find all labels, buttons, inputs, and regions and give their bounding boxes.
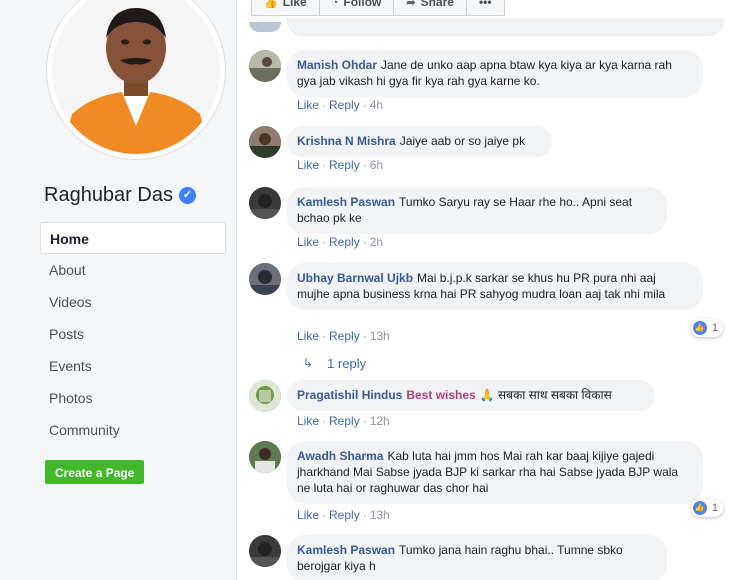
avatar[interactable] bbox=[249, 263, 281, 295]
comment-author[interactable]: Kamlesh Paswan bbox=[297, 543, 395, 557]
follow-button-label: Follow bbox=[343, 0, 382, 9]
comment-meta: Like · Reply · 13h bbox=[297, 508, 390, 522]
like-reaction-icon: 👍 bbox=[692, 501, 707, 515]
comment-reply-link[interactable]: Reply bbox=[329, 158, 360, 172]
rss-icon: ◔ bbox=[331, 0, 339, 9]
comment-reply-link[interactable]: Reply bbox=[329, 98, 360, 112]
comment-like-link[interactable]: Like bbox=[297, 414, 319, 428]
comment-author[interactable]: Awadh Sharma bbox=[297, 449, 383, 463]
comment-like-link[interactable]: Like bbox=[297, 235, 319, 249]
nav-home[interactable]: Home bbox=[40, 222, 226, 254]
comment-meta: Like · Reply · 13h bbox=[297, 329, 390, 343]
comment-time[interactable]: 13h bbox=[370, 329, 390, 343]
more-dots-icon: ••• bbox=[478, 0, 492, 9]
page-name-text[interactable]: Raghubar Das bbox=[44, 184, 173, 207]
comment-meta: Like · Reply · 2h bbox=[297, 235, 384, 249]
comment-bubble: Pragatishil Hindus Best wishes 🙏 सबका साथ … bbox=[287, 380, 655, 411]
nav-events[interactable]: Events bbox=[40, 350, 226, 382]
page-nav: Home About Videos Posts Events Photos Co… bbox=[40, 222, 226, 446]
page-sidebar: Raghubar Das ✓ Home About Videos Posts E… bbox=[0, 0, 236, 580]
comment-author[interactable]: Krishna N Mishra bbox=[297, 134, 396, 148]
comment-bubble: Krishna N Mishra Jaiye aab or so jaiye pk bbox=[287, 126, 552, 157]
nav-posts[interactable]: Posts bbox=[40, 318, 226, 350]
comment-bubble: Kamlesh Paswan Tumko jana hain raghu bhai… bbox=[287, 535, 667, 580]
comment-author[interactable]: Pragatishil Hindus bbox=[297, 388, 402, 402]
comment-reply-link[interactable]: Reply bbox=[329, 414, 360, 428]
comment-text: 🙏 सबका साथ सबका विकास bbox=[479, 388, 612, 402]
comment-reply-link[interactable]: Reply bbox=[329, 235, 360, 249]
view-replies-link[interactable]: ↳ 1 reply bbox=[303, 356, 366, 371]
comment-meta: Like · Reply · 12h bbox=[297, 414, 390, 428]
thumbs-up-icon: 👍 bbox=[264, 0, 278, 9]
avatar-partial bbox=[249, 22, 281, 32]
avatar[interactable] bbox=[249, 380, 281, 412]
comment-like-link[interactable]: Like bbox=[297, 329, 319, 343]
profile-picture[interactable] bbox=[46, 0, 226, 160]
comment-bubble: Ubhay Barnwal Ujkb Mai b.j.p.k sarkar se … bbox=[287, 263, 703, 310]
comment-bubble: Awadh Sharma Kab luta hai jmm hos Mai rah… bbox=[287, 441, 703, 504]
view-replies-label: 1 reply bbox=[327, 356, 367, 371]
create-page-button[interactable]: Create a Page bbox=[45, 460, 145, 484]
nav-videos[interactable]: Videos bbox=[40, 286, 226, 318]
nav-photos[interactable]: Photos bbox=[40, 382, 226, 414]
comment-author[interactable]: Kamlesh Paswan bbox=[297, 195, 395, 209]
comment-bubble-partial bbox=[287, 18, 724, 36]
comment-meta: Like · Reply · 6h bbox=[297, 158, 384, 172]
reaction-count-value: 1 bbox=[711, 322, 718, 334]
comment-text: Jaiye aab or so jaiye pk bbox=[399, 134, 526, 148]
comment-time[interactable]: 13h bbox=[370, 508, 390, 522]
comment-reply-link[interactable]: Reply bbox=[329, 508, 360, 522]
post-action-bar: 👍 Like ◔ Follow ➦ Share ••• bbox=[251, 0, 505, 16]
share-arrow-icon: ➦ bbox=[406, 0, 416, 9]
like-button[interactable]: 👍 Like bbox=[252, 0, 320, 15]
comment-time[interactable]: 4h bbox=[370, 98, 383, 112]
comment-bubble: Kamlesh Paswan Tumko Saryu ray se Haar rh… bbox=[287, 187, 667, 234]
reaction-count-value: 1 bbox=[711, 502, 718, 514]
like-reaction-icon: 👍 bbox=[692, 321, 707, 335]
share-button-label: Share bbox=[420, 0, 454, 9]
comment-author[interactable]: Manish Ohdar bbox=[297, 58, 377, 72]
comment-reply-link[interactable]: Reply bbox=[329, 329, 360, 343]
avatar[interactable] bbox=[249, 50, 281, 82]
like-button-label: Like bbox=[282, 0, 307, 9]
comment-author[interactable]: Ubhay Barnwal Ujkb bbox=[297, 271, 413, 285]
page-title[interactable]: Raghubar Das ✓ bbox=[44, 184, 196, 207]
follow-button[interactable]: ◔ Follow bbox=[320, 0, 395, 15]
more-button[interactable]: ••• bbox=[467, 0, 504, 15]
avatar[interactable] bbox=[249, 441, 281, 473]
comment-time[interactable]: 12h bbox=[370, 414, 390, 428]
avatar[interactable] bbox=[249, 187, 281, 219]
comments-feed: 👍 Like ◔ Follow ➦ Share ••• Manish Ohdar Jan… bbox=[236, 0, 741, 580]
avatar[interactable] bbox=[249, 126, 281, 158]
nav-about[interactable]: About bbox=[40, 254, 226, 286]
comment-like-link[interactable]: Like bbox=[297, 158, 319, 172]
comment-time[interactable]: 2h bbox=[370, 235, 383, 249]
comment-time[interactable]: 6h bbox=[370, 158, 383, 172]
verified-badge-icon: ✓ bbox=[178, 187, 196, 204]
share-button[interactable]: ➦ Share bbox=[394, 0, 467, 15]
comment-like-link[interactable]: Like bbox=[297, 98, 319, 112]
reply-arrow-icon: ↳ bbox=[303, 356, 314, 370]
nav-community[interactable]: Community bbox=[40, 414, 226, 446]
reaction-count[interactable]: 👍 1 bbox=[690, 499, 723, 517]
reaction-count[interactable]: 👍 1 bbox=[690, 319, 723, 337]
avatar[interactable] bbox=[249, 535, 281, 567]
comment-meta: Like · Reply · 4h bbox=[297, 98, 384, 112]
comment-tagged-text[interactable]: Best wishes bbox=[406, 388, 475, 402]
comment-like-link[interactable]: Like bbox=[297, 508, 319, 522]
comment-bubble: Manish Ohdar Jane de unko aap apna btaw k… bbox=[287, 50, 703, 97]
